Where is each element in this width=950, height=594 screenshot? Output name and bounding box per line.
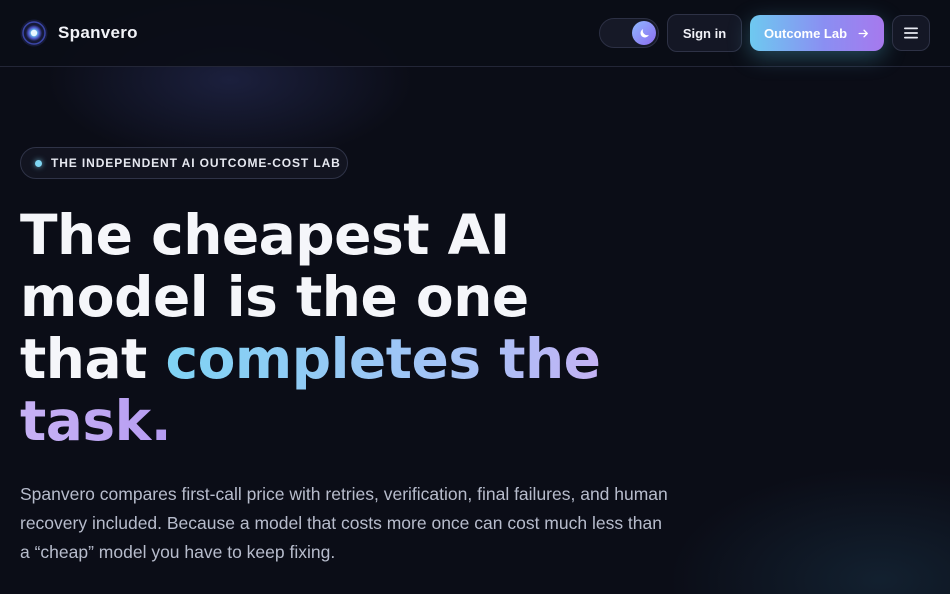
- hero-headline: The cheapest AI model is the one that co…: [20, 204, 640, 452]
- hero-badge: THE INDEPENDENT AI OUTCOME-COST LAB: [20, 147, 348, 179]
- headline-accent-1: completes the: [165, 327, 601, 391]
- spanvero-logo-icon: [20, 19, 48, 47]
- headline-accent-2: task.: [20, 389, 172, 453]
- status-dot-icon: [35, 159, 42, 167]
- hero-badge-text: THE INDEPENDENT AI OUTCOME-COST LAB: [51, 156, 341, 170]
- hero-description: Spanvero compares first-call price with …: [20, 484, 668, 562]
- landing-page: Spanvero Sign in Outcome Lab THE INDEPEN…: [0, 0, 950, 594]
- outcome-lab-label: Outcome Lab: [763, 25, 848, 41]
- arrow-right-icon: [857, 27, 870, 40]
- theme-toggle-knob: [632, 21, 656, 45]
- brand-name: Spanvero: [58, 23, 138, 42]
- outcome-lab-button[interactable]: Outcome Lab: [750, 15, 884, 51]
- hamburger-menu-icon: [904, 27, 918, 39]
- site-header: Spanvero Sign in Outcome Lab: [0, 0, 950, 67]
- moon-icon: [640, 28, 649, 37]
- sign-in-button[interactable]: Sign in: [667, 14, 742, 52]
- theme-toggle[interactable]: [599, 18, 659, 48]
- menu-button[interactable]: [892, 15, 930, 51]
- brand-home-link[interactable]: Spanvero: [20, 19, 138, 47]
